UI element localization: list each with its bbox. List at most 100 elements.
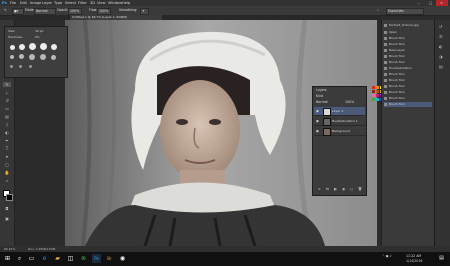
history-item[interactable]: Brush Tool: [384, 54, 432, 59]
adjustment-icon[interactable]: ◑: [342, 187, 345, 191]
layers-blend-mode[interactable]: Normal: [316, 100, 328, 104]
brush-hardness-value[interactable]: 0%: [35, 35, 40, 40]
layer-row[interactable]: ◉ Background: [314, 127, 365, 136]
screen-mode-icon[interactable]: ▣: [3, 216, 11, 221]
fx-icon[interactable]: fx: [326, 187, 329, 191]
delete-layer-icon[interactable]: 🗑: [358, 187, 362, 191]
swatch-pink[interactable]: [372, 94, 375, 97]
visibility-eye-icon[interactable]: ◉: [316, 129, 319, 133]
visibility-eye-icon[interactable]: ◉: [316, 109, 319, 113]
menu-file[interactable]: File: [10, 1, 16, 5]
brush-preset-2[interactable]: [19, 44, 25, 50]
history-item[interactable]: Brush Tool: [384, 60, 432, 65]
link-layers-icon[interactable]: ∞: [318, 187, 321, 191]
blur-tool-icon[interactable]: ◊: [3, 122, 11, 127]
brush-preset-picker[interactable]: ●▾: [12, 8, 24, 15]
brush-preset-3[interactable]: [29, 43, 36, 50]
brush-preset-1[interactable]: [10, 45, 15, 50]
brush-preset-10[interactable]: [51, 55, 56, 60]
layers-opacity[interactable]: 100%: [345, 100, 354, 104]
system-tray-icons[interactable]: ⌃ ▣ ♪: [382, 254, 392, 258]
photoshop-taskbar-icon[interactable]: Ps: [92, 254, 101, 263]
brush-preset-6[interactable]: [10, 55, 14, 59]
layer-row[interactable]: ◉ Layer 1: [314, 107, 365, 116]
path-selection-tool-icon[interactable]: ➤: [3, 154, 11, 159]
brush-preset-11[interactable]: [10, 65, 13, 68]
dodge-tool-icon[interactable]: ◐: [3, 130, 11, 135]
menu-edit[interactable]: Edit: [20, 1, 27, 5]
clock-date[interactable]: 1/14/2016: [406, 259, 422, 263]
hand-tool-icon[interactable]: ✋: [3, 170, 11, 175]
history-brush-tool-icon[interactable]: ↺: [3, 98, 11, 103]
new-layer-icon[interactable]: ▢: [350, 187, 353, 191]
swatch-brown[interactable]: [376, 90, 379, 93]
opacity-field[interactable]: 100%: [68, 8, 82, 15]
clone-stamp-tool-icon[interactable]: ⊥: [3, 90, 11, 95]
menu-layer[interactable]: Layer: [42, 1, 52, 5]
quick-mask-icon[interactable]: ◘: [3, 206, 11, 211]
brush-preset-4[interactable]: [40, 43, 47, 50]
menu-view[interactable]: View: [97, 1, 106, 5]
swatch-magenta[interactable]: [376, 94, 379, 97]
task-view-icon[interactable]: ▭: [27, 254, 36, 263]
brush-size-value[interactable]: 30 px: [35, 29, 43, 34]
menu-select[interactable]: Select: [65, 1, 76, 5]
color-panel-icon[interactable]: ◐: [439, 44, 446, 50]
xbox-icon[interactable]: ⊗: [79, 254, 88, 263]
workspace-select[interactable]: Essentials: [386, 8, 424, 15]
app-icon[interactable]: ◉: [118, 254, 127, 263]
search-icon[interactable]: ⌕: [15, 254, 24, 263]
history-item[interactable]: Brush Tool: [384, 90, 432, 95]
background-color-swatch[interactable]: [6, 194, 13, 201]
zoom-tool-icon[interactable]: ⌕: [3, 178, 11, 183]
history-item[interactable]: Brush Tool: [384, 84, 432, 89]
history-item[interactable]: New Layer: [384, 48, 432, 53]
gradient-tool-icon[interactable]: ▤: [3, 114, 11, 119]
mask-icon[interactable]: ◧: [334, 187, 337, 191]
layers-kind-filter[interactable]: Kind: [316, 94, 323, 98]
brush-preset-5[interactable]: [51, 44, 57, 50]
menu-help[interactable]: Help: [122, 1, 130, 5]
swatch-cyan[interactable]: [376, 98, 379, 101]
brush-preset-8[interactable]: [29, 54, 35, 60]
file-explorer-icon[interactable]: ▰: [53, 254, 62, 263]
brush-preset-7[interactable]: [19, 54, 24, 59]
flow-field[interactable]: 100%: [97, 8, 111, 15]
menu-type[interactable]: Type: [54, 1, 62, 5]
store-icon[interactable]: ◫: [66, 254, 75, 263]
brush-preset-9[interactable]: [40, 54, 46, 60]
history-item[interactable]: Hue/Saturation: [384, 66, 432, 71]
brush-preset-12[interactable]: [19, 65, 22, 68]
menu-image[interactable]: Image: [30, 1, 41, 5]
history-panel-icon[interactable]: ↺: [439, 24, 446, 30]
brush-tool-icon[interactable]: ✎: [3, 8, 8, 13]
menu-window[interactable]: Window: [108, 1, 122, 5]
history-item[interactable]: Brush Tool: [384, 42, 432, 47]
shape-tool-icon[interactable]: ▢: [3, 162, 11, 167]
adjustments-panel-icon[interactable]: ◑: [439, 54, 446, 60]
brush-preset-13[interactable]: [29, 65, 32, 68]
swatch-orange[interactable]: [376, 86, 379, 89]
layers-panel-icon[interactable]: ▤: [439, 64, 446, 70]
history-item[interactable]: Brush Tool: [384, 78, 432, 83]
visibility-eye-icon[interactable]: ◉: [316, 119, 319, 123]
swatch-red[interactable]: [372, 86, 375, 89]
history-item[interactable]: Brush Tool: [384, 36, 432, 41]
edge-browser-icon[interactable]: e: [40, 254, 49, 263]
windows-start-icon[interactable]: ⊞: [3, 254, 12, 263]
pen-tool-icon[interactable]: ✒: [3, 138, 11, 143]
history-item[interactable]: Brush Tool: [384, 96, 432, 101]
search-icon[interactable]: ⌕: [376, 8, 380, 13]
swatch-dark-red[interactable]: [372, 90, 375, 93]
brush-tool-icon[interactable]: ✎: [3, 82, 11, 87]
type-tool-icon[interactable]: T: [3, 146, 11, 151]
menu-filter[interactable]: Filter: [78, 1, 87, 5]
history-item-current[interactable]: Brush Tool: [384, 102, 432, 107]
history-item[interactable]: Brush Tool: [384, 72, 432, 77]
history-snapshot[interactable]: Portrait_Victoria.jpg: [384, 23, 432, 28]
bridge-icon[interactable]: Br: [105, 254, 114, 263]
airbrush-icon[interactable]: ✈: [140, 8, 149, 15]
history-item[interactable]: Open: [384, 30, 432, 35]
notifications-icon[interactable]: ▤: [437, 254, 446, 263]
eraser-tool-icon[interactable]: ▭: [3, 106, 11, 111]
